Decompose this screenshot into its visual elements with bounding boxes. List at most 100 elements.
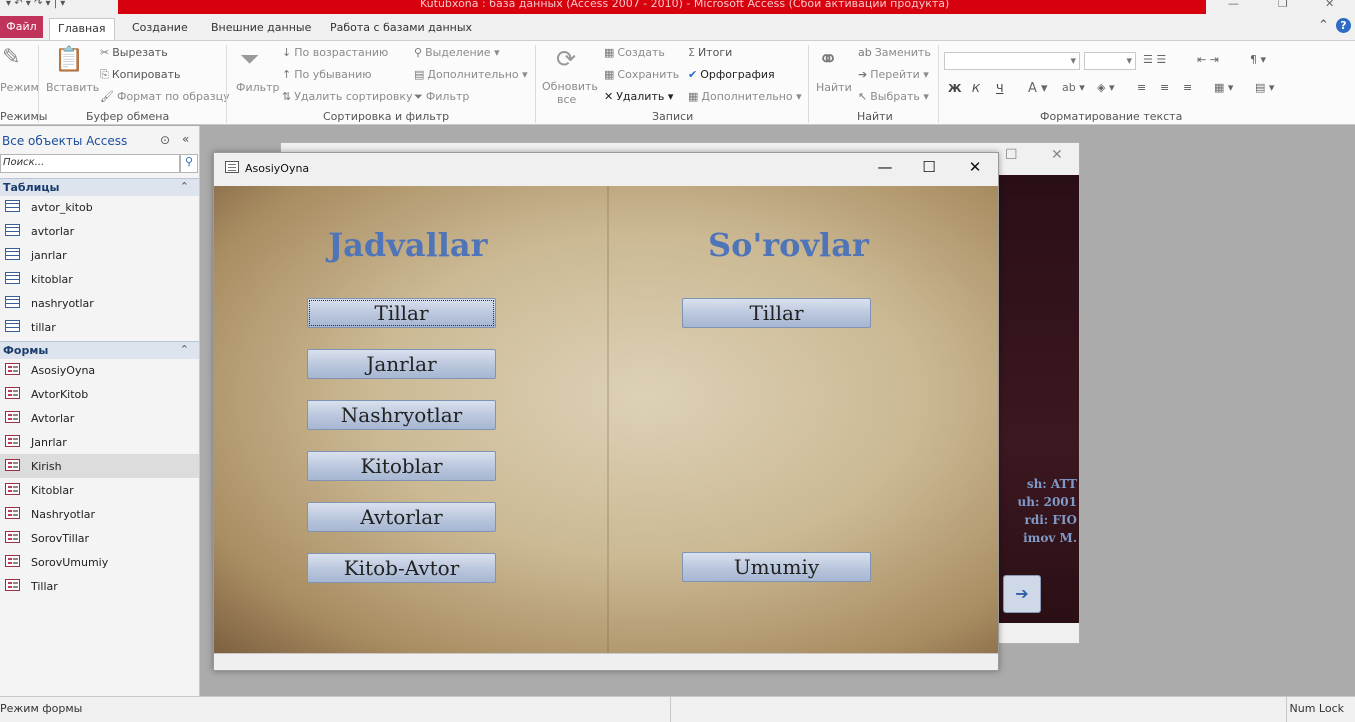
nav-search-input[interactable]: Поиск... bbox=[0, 154, 180, 173]
tillar-table-button[interactable]: Tillar bbox=[307, 298, 496, 328]
nav-item-form-selected[interactable]: Kirish bbox=[0, 454, 199, 478]
tillar-query-button[interactable]: Tillar bbox=[682, 298, 871, 328]
cut-button[interactable]: ✂ Вырезать bbox=[100, 46, 168, 59]
alt-fill-icon[interactable]: ▤ ▾ bbox=[1255, 81, 1274, 94]
form-window-icon bbox=[225, 161, 239, 173]
spelling-button[interactable]: ✔ Орфография bbox=[688, 68, 775, 81]
collapse-section-icon[interactable]: ⌃ bbox=[180, 180, 189, 193]
kitob-avtor-table-button[interactable]: Kitob-Avtor bbox=[307, 553, 496, 583]
janrlar-table-button[interactable]: Janrlar bbox=[307, 349, 496, 379]
advanced-filter-button[interactable]: ▤ Дополнительно ▾ bbox=[414, 68, 528, 81]
refresh-icon[interactable]: ⟳ bbox=[556, 45, 576, 73]
section-forms[interactable]: Формы ⌃ bbox=[0, 341, 199, 359]
view-icon[interactable]: ✎ bbox=[2, 45, 20, 70]
nav-item-form[interactable]: AvtorKitob bbox=[0, 382, 199, 406]
font-size-select[interactable]: ▾ bbox=[1084, 52, 1136, 70]
maximize-icon[interactable]: ☐ bbox=[1005, 147, 1018, 163]
nav-header[interactable]: Все объекты Access ⊙ « bbox=[0, 132, 200, 152]
collapse-ribbon-icon[interactable]: ⌃ bbox=[1318, 18, 1329, 33]
paste-button[interactable]: Вставить bbox=[46, 81, 99, 94]
tab-database-tools[interactable]: Работа с базами данных bbox=[322, 18, 480, 40]
underline-icon[interactable]: Ч bbox=[996, 82, 1004, 95]
italic-icon[interactable]: К bbox=[972, 82, 980, 95]
view-button[interactable]: Режим bbox=[0, 81, 39, 94]
fill-color-icon[interactable]: ◈ ▾ bbox=[1097, 81, 1114, 94]
nav-item-form[interactable]: Kitoblar bbox=[0, 478, 199, 502]
remove-sort-button[interactable]: ⇅ Удалить сортировку bbox=[282, 90, 413, 103]
minimize-icon[interactable]: — bbox=[1228, 0, 1239, 10]
goto-label: Перейти bbox=[870, 68, 920, 81]
nav-item-form[interactable]: Nashryotlar bbox=[0, 502, 199, 526]
sort-ascending-button[interactable]: ↓ По возрастанию bbox=[282, 46, 388, 59]
bold-icon[interactable]: Ж bbox=[948, 82, 961, 95]
help-icon[interactable]: ? bbox=[1336, 18, 1351, 33]
select-button[interactable]: ↖ Выбрать ▾ bbox=[858, 90, 929, 103]
nav-item-table[interactable]: avtor_kitob bbox=[0, 195, 199, 219]
align-right-icon[interactable]: ≡ bbox=[1183, 81, 1192, 94]
table-icon bbox=[5, 272, 20, 284]
nav-item-form[interactable]: Avtorlar bbox=[0, 406, 199, 430]
format-painter-button[interactable]: 🖌 Формат по образцу bbox=[100, 90, 230, 103]
align-left-icon[interactable]: ≡ bbox=[1137, 81, 1146, 94]
goto-button[interactable]: ➔ Перейти ▾ bbox=[858, 68, 929, 81]
tab-home[interactable]: Главная bbox=[49, 18, 115, 41]
umumiy-query-button[interactable]: Umumiy bbox=[682, 552, 871, 582]
maximize-icon[interactable]: ☐ bbox=[914, 158, 944, 176]
kitoblar-table-button[interactable]: Kitoblar bbox=[307, 451, 496, 481]
refresh-all-button[interactable]: Обновить bbox=[542, 80, 598, 93]
font-name-select[interactable]: ▾ bbox=[944, 52, 1080, 70]
nashryotlar-table-button[interactable]: Nashryotlar bbox=[307, 400, 496, 430]
indent-icon[interactable]: ⇤ ⇥ bbox=[1197, 53, 1219, 66]
paragraph-icon[interactable]: ¶ ▾ bbox=[1250, 53, 1266, 66]
nav-item-form[interactable]: SorovTillar bbox=[0, 526, 199, 550]
section-tables[interactable]: Таблицы ⌃ bbox=[0, 178, 199, 196]
nav-item-form[interactable]: Janrlar bbox=[0, 430, 199, 454]
collapse-nav-icon[interactable]: « bbox=[182, 132, 189, 146]
tab-file[interactable]: Файл bbox=[0, 16, 43, 38]
paste-icon[interactable]: 📋 bbox=[54, 45, 84, 73]
nav-item-form[interactable]: SorovUmumiy bbox=[0, 550, 199, 574]
gridlines-icon[interactable]: ▦ ▾ bbox=[1214, 81, 1233, 94]
toggle-filter-button[interactable]: ⏷ Фильтр bbox=[414, 90, 469, 104]
nav-item-table[interactable]: kitoblar bbox=[0, 267, 199, 291]
nav-item-table[interactable]: avtorlar bbox=[0, 219, 199, 243]
filter-button[interactable]: Фильтр bbox=[236, 81, 280, 94]
search-icon[interactable]: ⚲ bbox=[180, 154, 198, 173]
nav-item-form[interactable]: Tillar bbox=[0, 574, 199, 598]
delete-record-button[interactable]: ✕ Удалить ▾ bbox=[604, 90, 673, 103]
refresh-all-sub: все bbox=[557, 93, 577, 106]
filter-icon[interactable]: ⏷ bbox=[240, 45, 259, 73]
close-icon[interactable]: ✕ bbox=[960, 158, 990, 176]
selection-label: Выделение bbox=[425, 46, 491, 59]
new-record-button[interactable]: ▦ Создать bbox=[604, 46, 665, 59]
maximize-icon[interactable]: ❐ bbox=[1278, 0, 1288, 10]
font-color-icon[interactable]: A ▾ bbox=[1028, 81, 1048, 96]
selection-button[interactable]: ⚲ Выделение ▾ bbox=[414, 46, 500, 59]
align-center-icon[interactable]: ≡ bbox=[1160, 81, 1169, 94]
nav-item-table[interactable]: nashryotlar bbox=[0, 291, 199, 315]
minimize-icon[interactable]: — bbox=[870, 158, 900, 176]
next-arrow-button[interactable]: ➔ bbox=[1003, 575, 1041, 613]
nav-item-table[interactable]: tillar bbox=[0, 315, 199, 339]
binoculars-icon[interactable]: ⚭ bbox=[818, 45, 838, 73]
avtorlar-table-button[interactable]: Avtorlar bbox=[307, 502, 496, 532]
totals-button[interactable]: Σ Итоги bbox=[688, 46, 732, 59]
nav-menu-icon[interactable]: ⊙ bbox=[160, 133, 170, 147]
nav-item-form[interactable]: AsosiyOyna bbox=[0, 358, 199, 382]
close-icon[interactable]: ✕ bbox=[1051, 147, 1063, 163]
tab-create[interactable]: Создание bbox=[124, 18, 196, 40]
highlight-icon[interactable]: ab ▾ bbox=[1062, 81, 1085, 94]
nav-item-table[interactable]: janrlar bbox=[0, 243, 199, 267]
sort-descending-button[interactable]: ↑ По убыванию bbox=[282, 68, 372, 81]
quick-access-toolbar[interactable]: ▾ ↶ ▾ ↷ ▾ | ▾ bbox=[6, 0, 65, 9]
collapse-section-icon[interactable]: ⌃ bbox=[180, 343, 189, 356]
save-record-button[interactable]: ▦ Сохранить bbox=[604, 68, 679, 81]
close-icon[interactable]: ✕ bbox=[1325, 0, 1334, 10]
bullets-icon[interactable]: ☰ ☰ bbox=[1143, 53, 1166, 66]
copy-button[interactable]: ⎘ Копировать bbox=[100, 68, 181, 82]
form-icon bbox=[5, 459, 20, 471]
find-button[interactable]: Найти bbox=[816, 81, 852, 94]
more-records-button[interactable]: ▦ Дополнительно ▾ bbox=[688, 90, 802, 103]
replace-button[interactable]: ab Заменить bbox=[858, 46, 931, 59]
tab-external-data[interactable]: Внешние данные bbox=[203, 18, 319, 40]
